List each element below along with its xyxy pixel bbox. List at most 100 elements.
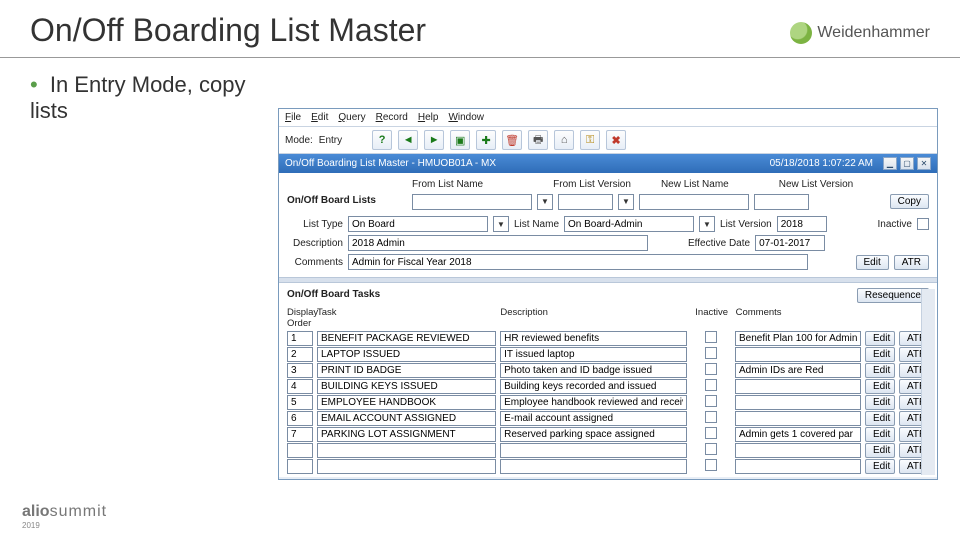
key-button[interactable]: ⚿	[580, 130, 600, 150]
task-comments-input[interactable]	[735, 395, 861, 410]
task-inactive-checkbox[interactable]	[705, 411, 717, 423]
minimize-button[interactable]: ▁	[883, 157, 897, 170]
order-input[interactable]	[287, 395, 313, 410]
task-input[interactable]	[317, 363, 496, 378]
task-edit-button[interactable]: Edit	[865, 363, 895, 378]
maximize-button[interactable]: ▢	[900, 157, 914, 170]
list-atr-button[interactable]: ATR	[894, 255, 929, 270]
task-desc-input[interactable]	[500, 363, 687, 378]
copy-button[interactable]: Copy	[890, 194, 929, 209]
comments-input[interactable]	[348, 254, 808, 270]
menu-edit[interactable]: Edit	[311, 112, 328, 123]
task-input[interactable]	[317, 459, 496, 474]
task-desc-input[interactable]	[500, 443, 687, 458]
order-input[interactable]	[287, 363, 313, 378]
task-edit-button[interactable]: Edit	[865, 443, 895, 458]
add-button[interactable]: ✚	[476, 130, 496, 150]
task-desc-input[interactable]	[500, 427, 687, 442]
close-button[interactable]: ✕	[917, 157, 931, 170]
resequence-button[interactable]: Resequence	[857, 288, 929, 303]
home-button[interactable]: ⌂	[554, 130, 574, 150]
effective-date-input[interactable]	[755, 235, 825, 251]
delete-button[interactable]: 🗑	[502, 130, 522, 150]
task-comments-input[interactable]	[735, 443, 861, 458]
task-inactive-checkbox[interactable]	[705, 379, 717, 391]
task-comments-input[interactable]	[735, 411, 861, 426]
order-input[interactable]	[287, 331, 313, 346]
order-input[interactable]	[287, 347, 313, 362]
task-input[interactable]	[317, 331, 496, 346]
task-desc-input[interactable]	[500, 379, 687, 394]
list-type-input[interactable]	[348, 216, 488, 232]
effective-date-label: Effective Date	[688, 238, 750, 249]
task-comments-input[interactable]	[735, 331, 861, 346]
task-inactive-checkbox[interactable]	[705, 395, 717, 407]
print-button[interactable]: 🖶	[528, 130, 548, 150]
task-inactive-checkbox[interactable]	[705, 459, 717, 471]
slide-bullet: • In Entry Mode, copy lists	[0, 72, 250, 124]
list-version-input[interactable]	[777, 216, 827, 232]
new-list-version-input[interactable]	[754, 194, 809, 210]
task-input[interactable]	[317, 427, 496, 442]
order-input[interactable]	[287, 379, 313, 394]
from-list-name-input[interactable]	[412, 194, 532, 210]
task-edit-button[interactable]: Edit	[865, 459, 895, 474]
order-input[interactable]	[287, 427, 313, 442]
menu-query[interactable]: Query	[338, 112, 365, 123]
vertical-scrollbar[interactable]	[921, 289, 935, 475]
task-comments-input[interactable]	[735, 459, 861, 474]
from-list-version-input[interactable]	[558, 194, 613, 210]
task-inactive-checkbox[interactable]	[705, 427, 717, 439]
new-list-name-input[interactable]	[639, 194, 749, 210]
task-desc-input[interactable]	[500, 411, 687, 426]
task-edit-button[interactable]: Edit	[865, 395, 895, 410]
task-input[interactable]	[317, 379, 496, 394]
list-name-input[interactable]	[564, 216, 694, 232]
task-comments-input[interactable]	[735, 363, 861, 378]
task-input[interactable]	[317, 395, 496, 410]
help-button[interactable]: ?	[372, 130, 392, 150]
task-inactive-checkbox[interactable]	[705, 443, 717, 455]
task-input[interactable]	[317, 443, 496, 458]
task-edit-button[interactable]: Edit	[865, 411, 895, 426]
title-divider	[0, 57, 960, 58]
order-input[interactable]	[287, 459, 313, 474]
menu-window[interactable]: Window	[448, 112, 484, 123]
task-desc-input[interactable]	[500, 459, 687, 474]
menu-file[interactable]: File	[285, 112, 301, 123]
task-edit-button[interactable]: Edit	[865, 347, 895, 362]
task-desc-input[interactable]	[500, 331, 687, 346]
task-desc-input[interactable]	[500, 395, 687, 410]
save-button[interactable]: ▣	[450, 130, 470, 150]
list-edit-button[interactable]: Edit	[856, 255, 889, 270]
from-list-version-dropdown[interactable]: ▼	[618, 194, 634, 210]
task-comments-input[interactable]	[735, 379, 861, 394]
task-input[interactable]	[317, 347, 496, 362]
task-inactive-checkbox[interactable]	[705, 331, 717, 343]
task-edit-button[interactable]: Edit	[865, 427, 895, 442]
list-name-dropdown[interactable]: ▼	[699, 216, 715, 232]
menubar: File Edit Query Record Help Window	[279, 109, 937, 127]
menu-record[interactable]: Record	[376, 112, 408, 123]
task-desc-input[interactable]	[500, 347, 687, 362]
task-comments-input[interactable]	[735, 427, 861, 442]
order-input[interactable]	[287, 411, 313, 426]
arrow-left-icon: ◄	[403, 134, 414, 146]
task-input[interactable]	[317, 411, 496, 426]
description-input[interactable]	[348, 235, 648, 251]
task-comments-input[interactable]	[735, 347, 861, 362]
inactive-checkbox[interactable]	[917, 218, 929, 230]
task-edit-button[interactable]: Edit	[865, 331, 895, 346]
order-input[interactable]	[287, 443, 313, 458]
description-header: Description	[500, 307, 687, 329]
key-icon: ⚿	[586, 134, 594, 147]
exit-button[interactable]: ✖	[606, 130, 626, 150]
from-list-name-dropdown[interactable]: ▼	[537, 194, 553, 210]
nav-back-button[interactable]: ◄	[398, 130, 418, 150]
task-edit-button[interactable]: Edit	[865, 379, 895, 394]
list-type-dropdown[interactable]: ▼	[493, 216, 509, 232]
nav-forward-button[interactable]: ►	[424, 130, 444, 150]
task-inactive-checkbox[interactable]	[705, 347, 717, 359]
menu-help[interactable]: Help	[418, 112, 439, 123]
task-inactive-checkbox[interactable]	[705, 363, 717, 375]
